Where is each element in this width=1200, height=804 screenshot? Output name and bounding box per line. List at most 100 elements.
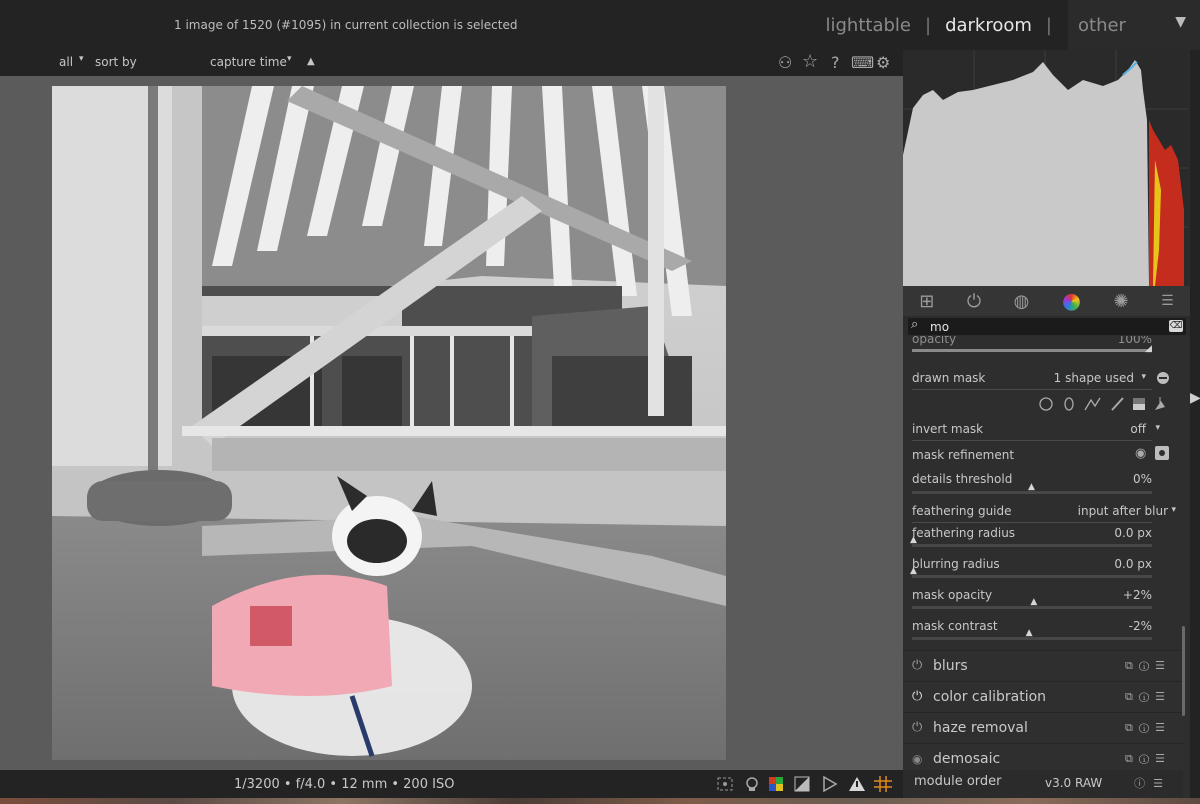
menu-icon[interactable]: ☰ <box>1161 293 1174 309</box>
chevron-down-icon[interactable]: ▾ <box>1141 372 1146 382</box>
effects-group-icon[interactable]: ✺ <box>1114 291 1129 312</box>
module-order-row[interactable]: module order v3.0 RAW ⓘ☰ <box>903 770 1183 798</box>
histogram[interactable] <box>903 50 1188 286</box>
bottom-tools <box>717 775 892 793</box>
softproof-icon[interactable] <box>769 777 783 791</box>
module-actions[interactable]: ⧉ⓘ☰ <box>1125 690 1171 704</box>
module-actions[interactable]: ⧉ⓘ☰ <box>1125 659 1171 673</box>
filter-bar: all ▾ sort by capture time ▾ ▲ ⚇ ☆ ? ⌨ ⚙ <box>0 50 903 76</box>
guides-icon[interactable] <box>823 775 838 793</box>
module-demosaic[interactable]: ◉ demosaic ⧉ⓘ☰ <box>903 743 1183 773</box>
darktable-window: 1 image of 1520 (#1095) in current colle… <box>0 0 1200 804</box>
row-divider <box>912 389 1152 390</box>
warning-icon[interactable] <box>849 777 865 791</box>
module-name: demosaic <box>933 751 1001 767</box>
opacity-slider[interactable] <box>912 349 1152 352</box>
feathering-radius-row[interactable]: feathering radius 0.0 px <box>912 526 1152 540</box>
module-order-label: module order <box>914 774 1002 789</box>
styles-icon[interactable]: ⚇ <box>778 53 792 72</box>
module-search[interactable]: ⌕ mo ⌫ <box>908 317 1186 335</box>
view-other[interactable]: other ▼ <box>1068 0 1200 50</box>
module-name: color calibration <box>933 689 1047 705</box>
module-actions[interactable]: ⧉ⓘ☰ <box>1125 721 1171 735</box>
chevron-down-icon[interactable]: ▾ <box>287 54 292 64</box>
opacity-row[interactable]: opacity 100% <box>912 336 1152 346</box>
blurring-radius-slider[interactable]: ▲ <box>910 566 1152 578</box>
view-separator: | <box>924 14 932 36</box>
power-icon[interactable]: ⏻ <box>967 291 981 312</box>
power-icon[interactable]: ⏻ <box>912 658 922 673</box>
slider-handle[interactable]: ▲ <box>1026 628 1033 638</box>
image-preview[interactable] <box>52 86 726 760</box>
row-divider <box>912 440 1152 441</box>
collection-filter[interactable]: all <box>59 55 73 69</box>
view-other-label: other <box>1078 14 1126 36</box>
details-threshold-slider[interactable]: ▲ <box>912 482 1152 494</box>
ellipse-shape-icon[interactable] <box>1064 397 1074 411</box>
module-name: haze removal <box>933 720 1028 736</box>
slider-handle[interactable]: ▲ <box>910 535 917 545</box>
panel-scrollbar[interactable] <box>1182 626 1185 716</box>
chevron-down-icon[interactable]: ▾ <box>1155 423 1160 433</box>
circle-shape-icon[interactable] <box>1039 397 1053 411</box>
invert-mask-row[interactable]: invert mask off ▾ <box>912 422 1160 436</box>
right-edge: ▶ <box>1190 50 1200 798</box>
slider-handle[interactable]: ▲ <box>1028 482 1035 492</box>
mask-shape-tools <box>1039 397 1165 411</box>
module-actions[interactable]: ⧉ⓘ☰ <box>1125 752 1171 766</box>
drawn-mask-row[interactable]: drawn mask 1 shape used ▾ <box>912 371 1152 385</box>
module-haze-removal[interactable]: ⏻ haze removal ⧉ⓘ☰ <box>903 712 1183 742</box>
filmstrip[interactable] <box>0 798 1200 804</box>
slider-marker: ◢ <box>1145 344 1152 354</box>
sort-field[interactable]: capture time <box>210 55 287 69</box>
lightbulb-icon[interactable] <box>746 777 758 791</box>
mask-refinement-row: mask refinement <box>912 448 1015 462</box>
gamut-check-icon[interactable] <box>794 776 810 792</box>
expand-panel-icon[interactable]: ▶ <box>1190 390 1200 406</box>
right-panel: ⊞ ⏻ ◍ ● ✺ ☰ ⌕ mo ⌫ opacity 100% ◢ drawn … <box>903 50 1190 798</box>
base-group-icon[interactable]: ◍ <box>1014 291 1030 312</box>
photo-canvas <box>52 86 726 760</box>
module-color-calibration[interactable]: ⏻ color calibration ⧉ⓘ☰ <box>903 681 1183 711</box>
path-shape-icon[interactable] <box>1084 397 1101 411</box>
view-darkroom[interactable]: darkroom <box>945 15 1032 36</box>
grid-overlay-icon[interactable] <box>874 776 892 792</box>
view-lighttable[interactable]: lighttable <box>826 15 911 36</box>
focus-peaking-icon[interactable] <box>717 777 733 791</box>
top-bar: 1 image of 1520 (#1095) in current colle… <box>0 0 1200 50</box>
module-blurs[interactable]: ⏻ blurs ⧉ⓘ☰ <box>903 650 1183 680</box>
search-input[interactable]: mo <box>930 320 949 334</box>
star-icon[interactable]: ☆ <box>802 51 818 72</box>
feathering-radius-slider[interactable]: ▲ <box>910 535 1152 547</box>
power-icon[interactable]: ⏻ <box>912 720 922 735</box>
center-view <box>0 76 903 770</box>
gear-icon[interactable]: ⚙ <box>876 53 890 72</box>
show-mask-icon[interactable] <box>1155 446 1169 460</box>
clear-search-icon[interactable]: ⌫ <box>1169 320 1183 332</box>
feathering-guide-row[interactable]: feathering guide input after blur ▾ <box>912 504 1176 518</box>
remove-mask-icon[interactable] <box>1156 371 1170 385</box>
view-switcher: lighttable | darkroom | other ▼ <box>826 0 1200 50</box>
edit-shape-icon[interactable] <box>1155 397 1165 410</box>
module-name: blurs <box>933 658 968 674</box>
mask-contrast-slider[interactable]: ▲ <box>912 628 1152 640</box>
quick-access-icon[interactable]: ⊞ <box>919 291 934 312</box>
chevron-down-icon[interactable]: ▾ <box>1171 505 1176 515</box>
help-icon[interactable]: ? <box>831 53 840 72</box>
eye-icon[interactable]: ◉ <box>1135 446 1146 461</box>
chevron-down-icon[interactable]: ▾ <box>79 54 84 64</box>
sort-order-toggle[interactable]: ▲ <box>307 56 315 67</box>
slider-handle[interactable]: ▲ <box>910 566 917 576</box>
slider-handle[interactable]: ▲ <box>1030 597 1037 607</box>
chevron-down-icon[interactable]: ▼ <box>1175 14 1186 30</box>
module-order-actions[interactable]: ⓘ☰ <box>1134 775 1171 791</box>
keyboard-icon[interactable]: ⌨ <box>851 53 874 72</box>
bottom-bar: 1/3200 • f/4.0 • 12 mm • 200 ISO <box>0 770 903 798</box>
color-group-icon[interactable]: ● <box>1062 289 1081 314</box>
mask-opacity-slider[interactable]: ▲ <box>912 597 1152 609</box>
blurring-radius-row[interactable]: blurring radius 0.0 px <box>912 557 1152 571</box>
selection-status: 1 image of 1520 (#1095) in current colle… <box>174 18 518 32</box>
power-icon[interactable]: ⏻ <box>912 689 922 704</box>
brush-shape-icon[interactable] <box>1111 397 1124 411</box>
gradient-shape-icon[interactable] <box>1133 398 1145 410</box>
